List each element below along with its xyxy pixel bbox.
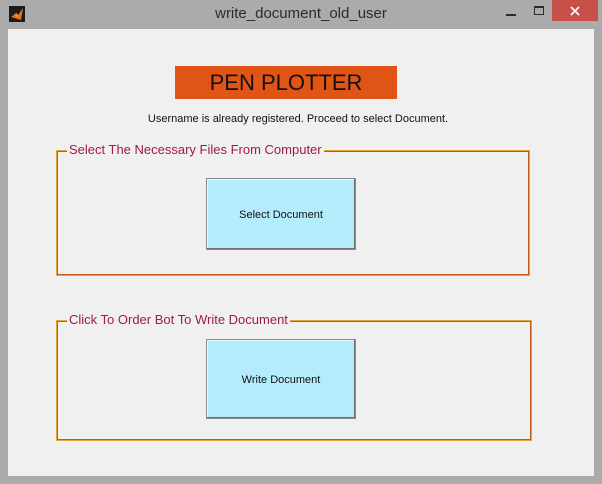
minimize-icon [506, 13, 516, 16]
write-document-button[interactable]: Write Document [206, 339, 356, 419]
maximize-button[interactable] [525, 0, 552, 21]
select-files-panel-title: Select The Necessary Files From Computer [67, 142, 324, 158]
status-message: Username is already registered. Proceed … [147, 113, 449, 125]
maximize-icon [533, 5, 544, 15]
title-bar[interactable]: write_document_old_user [0, 0, 602, 28]
select-document-button[interactable]: Select Document [206, 178, 356, 250]
close-icon [570, 5, 580, 16]
minimize-button[interactable] [497, 0, 525, 21]
select-files-panel: Select The Necessary Files From Computer… [56, 142, 530, 276]
app-banner-title: PEN PLOTTER [175, 66, 397, 99]
write-document-panel-title: Click To Order Bot To Write Document [67, 312, 290, 328]
figure-window: PEN PLOTTER Username is already register… [8, 29, 594, 476]
close-button[interactable] [552, 0, 598, 21]
write-document-panel: Click To Order Bot To Write Document Wri… [56, 312, 532, 441]
